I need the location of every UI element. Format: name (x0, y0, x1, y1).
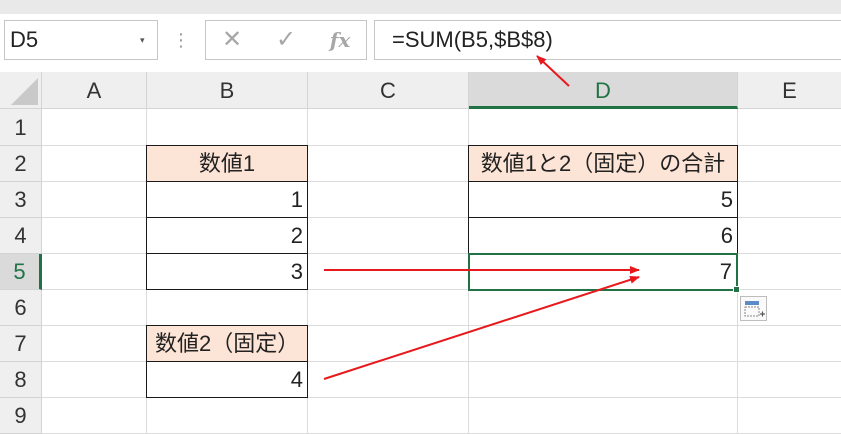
annotation-arrows (323, 55, 640, 380)
arrow-b8-to-d5 (323, 275, 640, 380)
arrow-to-formula (536, 55, 570, 87)
